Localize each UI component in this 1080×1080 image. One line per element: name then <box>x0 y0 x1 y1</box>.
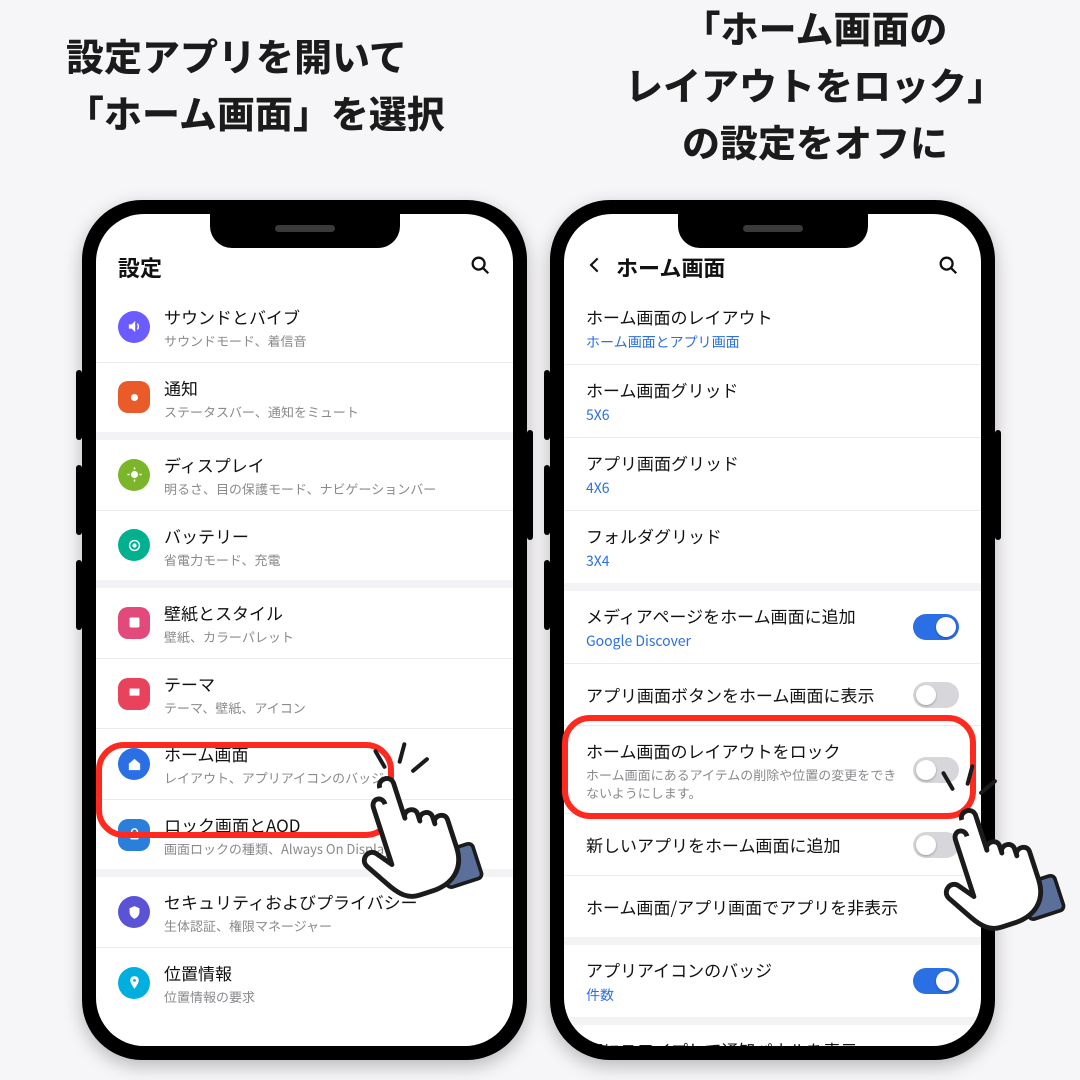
row-subtitle: 省電力モード、充電 <box>164 551 491 569</box>
home-row[interactable]: 下にスワイプして通知パネルを表示ホーム画面の任意の場所を下にスワイプすると、通知 <box>564 1025 981 1046</box>
lock-icon <box>118 819 150 851</box>
row-title: フォルダグリッド <box>586 523 959 548</box>
phone-notch <box>678 214 868 248</box>
notif-icon <box>118 381 150 413</box>
row-value: 3X4 <box>586 551 959 571</box>
row-value: 4X6 <box>586 478 959 498</box>
row-subtitle: 位置情報の要求 <box>164 988 491 1006</box>
row-title: 通知 <box>164 375 491 400</box>
phone-notch <box>210 214 400 248</box>
row-title: ディスプレイ <box>164 452 491 477</box>
settings-row-battery[interactable]: バッテリー省電力モード、充電 <box>96 510 513 581</box>
row-value: ホーム画面とアプリ画面 <box>586 332 959 352</box>
row-title: ホーム画面のレイアウト <box>586 304 959 329</box>
settings-row-theme[interactable]: テーマテーマ、壁紙、アイコン <box>96 658 513 729</box>
row-subtitle: 壁紙、カラーパレット <box>164 628 491 646</box>
row-subtitle: 明るさ、目の保護モード、ナビゲーションバー <box>164 480 491 498</box>
wall-icon <box>118 607 150 639</box>
settings-row-sound[interactable]: サウンドとバイブサウンドモード、着信音 <box>96 292 513 362</box>
back-icon[interactable] <box>586 255 606 280</box>
battery-icon <box>118 529 150 561</box>
row-subtitle: 生体認証、権限マネージャー <box>164 917 491 935</box>
loc-icon <box>118 967 150 999</box>
row-title: テーマ <box>164 671 491 696</box>
home-title: ホーム画面 <box>616 251 725 283</box>
toggle-switch[interactable] <box>913 968 959 994</box>
settings-row-notif[interactable]: 通知ステータスバー、通知をミュート <box>96 362 513 433</box>
home-row[interactable]: ホーム画面グリッド 5X6 <box>564 364 981 437</box>
row-title: 位置情報 <box>164 960 491 985</box>
row-title: アプリ画面ボタンをホーム画面に表示 <box>586 682 899 707</box>
home-row[interactable]: ホーム画面のレイアウトホーム画面とアプリ画面 <box>564 292 981 364</box>
display-icon <box>118 459 150 491</box>
settings-title: 設定 <box>118 251 162 283</box>
theme-icon <box>118 678 150 710</box>
row-title: 新しいアプリをホーム画面に追加 <box>586 832 899 857</box>
row-title: ホーム画面グリッド <box>586 377 959 402</box>
row-title: ホーム画面/アプリ画面でアプリを非表示 <box>586 894 959 919</box>
row-title: アプリ画面グリッド <box>586 450 959 475</box>
row-subtitle: サウンドモード、着信音 <box>164 332 491 350</box>
row-title: 下にスワイプして通知パネルを表示 <box>586 1037 899 1046</box>
caption-left: 設定アプリを開いて 「ホーム画面」を選択 <box>66 26 445 140</box>
row-title: メディアページをホーム画面に追加 <box>586 603 899 628</box>
toggle-switch[interactable] <box>913 682 959 708</box>
search-icon[interactable] <box>937 254 959 281</box>
settings-row-display[interactable]: ディスプレイ明るさ、目の保護モード、ナビゲーションバー <box>96 440 513 510</box>
home-row[interactable]: メディアページをホーム画面に追加 Google Discover <box>564 591 981 663</box>
caption-right: 「ホーム画面の レイアウトをロック」 の設定をオフに <box>550 0 1080 169</box>
row-title: バッテリー <box>164 523 491 548</box>
row-title: ホーム画面のレイアウトをロック <box>586 738 899 763</box>
row-title: 壁紙とスタイル <box>164 600 491 625</box>
row-subtitle: ホーム画面にあるアイテムの削除や位置の変更をできないようにします。 <box>586 766 899 801</box>
phone-frame-left: 設定 サウンドとバイブサウンドモード、着信音通知ステータスバー、通知をミュートデ… <box>82 200 527 1060</box>
home-row[interactable]: アプリ画面ボタンをホーム画面に表示 <box>564 663 981 725</box>
settings-row-loc[interactable]: 位置情報位置情報の要求 <box>96 947 513 1018</box>
row-value: Google Discover <box>586 631 899 651</box>
home-row[interactable]: アプリ画面グリッド 4X6 <box>564 437 981 510</box>
home-row[interactable]: アプリアイコンのバッジ件数 <box>564 945 981 1017</box>
tap-hand-icon <box>918 776 1068 946</box>
row-subtitle: テーマ、壁紙、アイコン <box>164 699 491 717</box>
search-icon[interactable] <box>469 254 491 281</box>
phone-screen-left: 設定 サウンドとバイブサウンドモード、着信音通知ステータスバー、通知をミュートデ… <box>96 214 513 1046</box>
home-icon <box>118 748 150 780</box>
row-title: サウンドとバイブ <box>164 304 491 329</box>
settings-row-wall[interactable]: 壁紙とスタイル壁紙、カラーパレット <box>96 588 513 658</box>
home-row[interactable]: フォルダグリッド 3X4 <box>564 510 981 583</box>
toggle-switch[interactable] <box>913 614 959 640</box>
tap-hand-icon <box>336 744 486 914</box>
row-value: 5X6 <box>586 405 959 425</box>
sec-icon <box>118 896 150 928</box>
sound-icon <box>118 311 150 343</box>
row-subtitle: ステータスバー、通知をミュート <box>164 403 491 421</box>
row-value: 件数 <box>586 985 899 1005</box>
row-title: アプリアイコンのバッジ <box>586 957 899 982</box>
